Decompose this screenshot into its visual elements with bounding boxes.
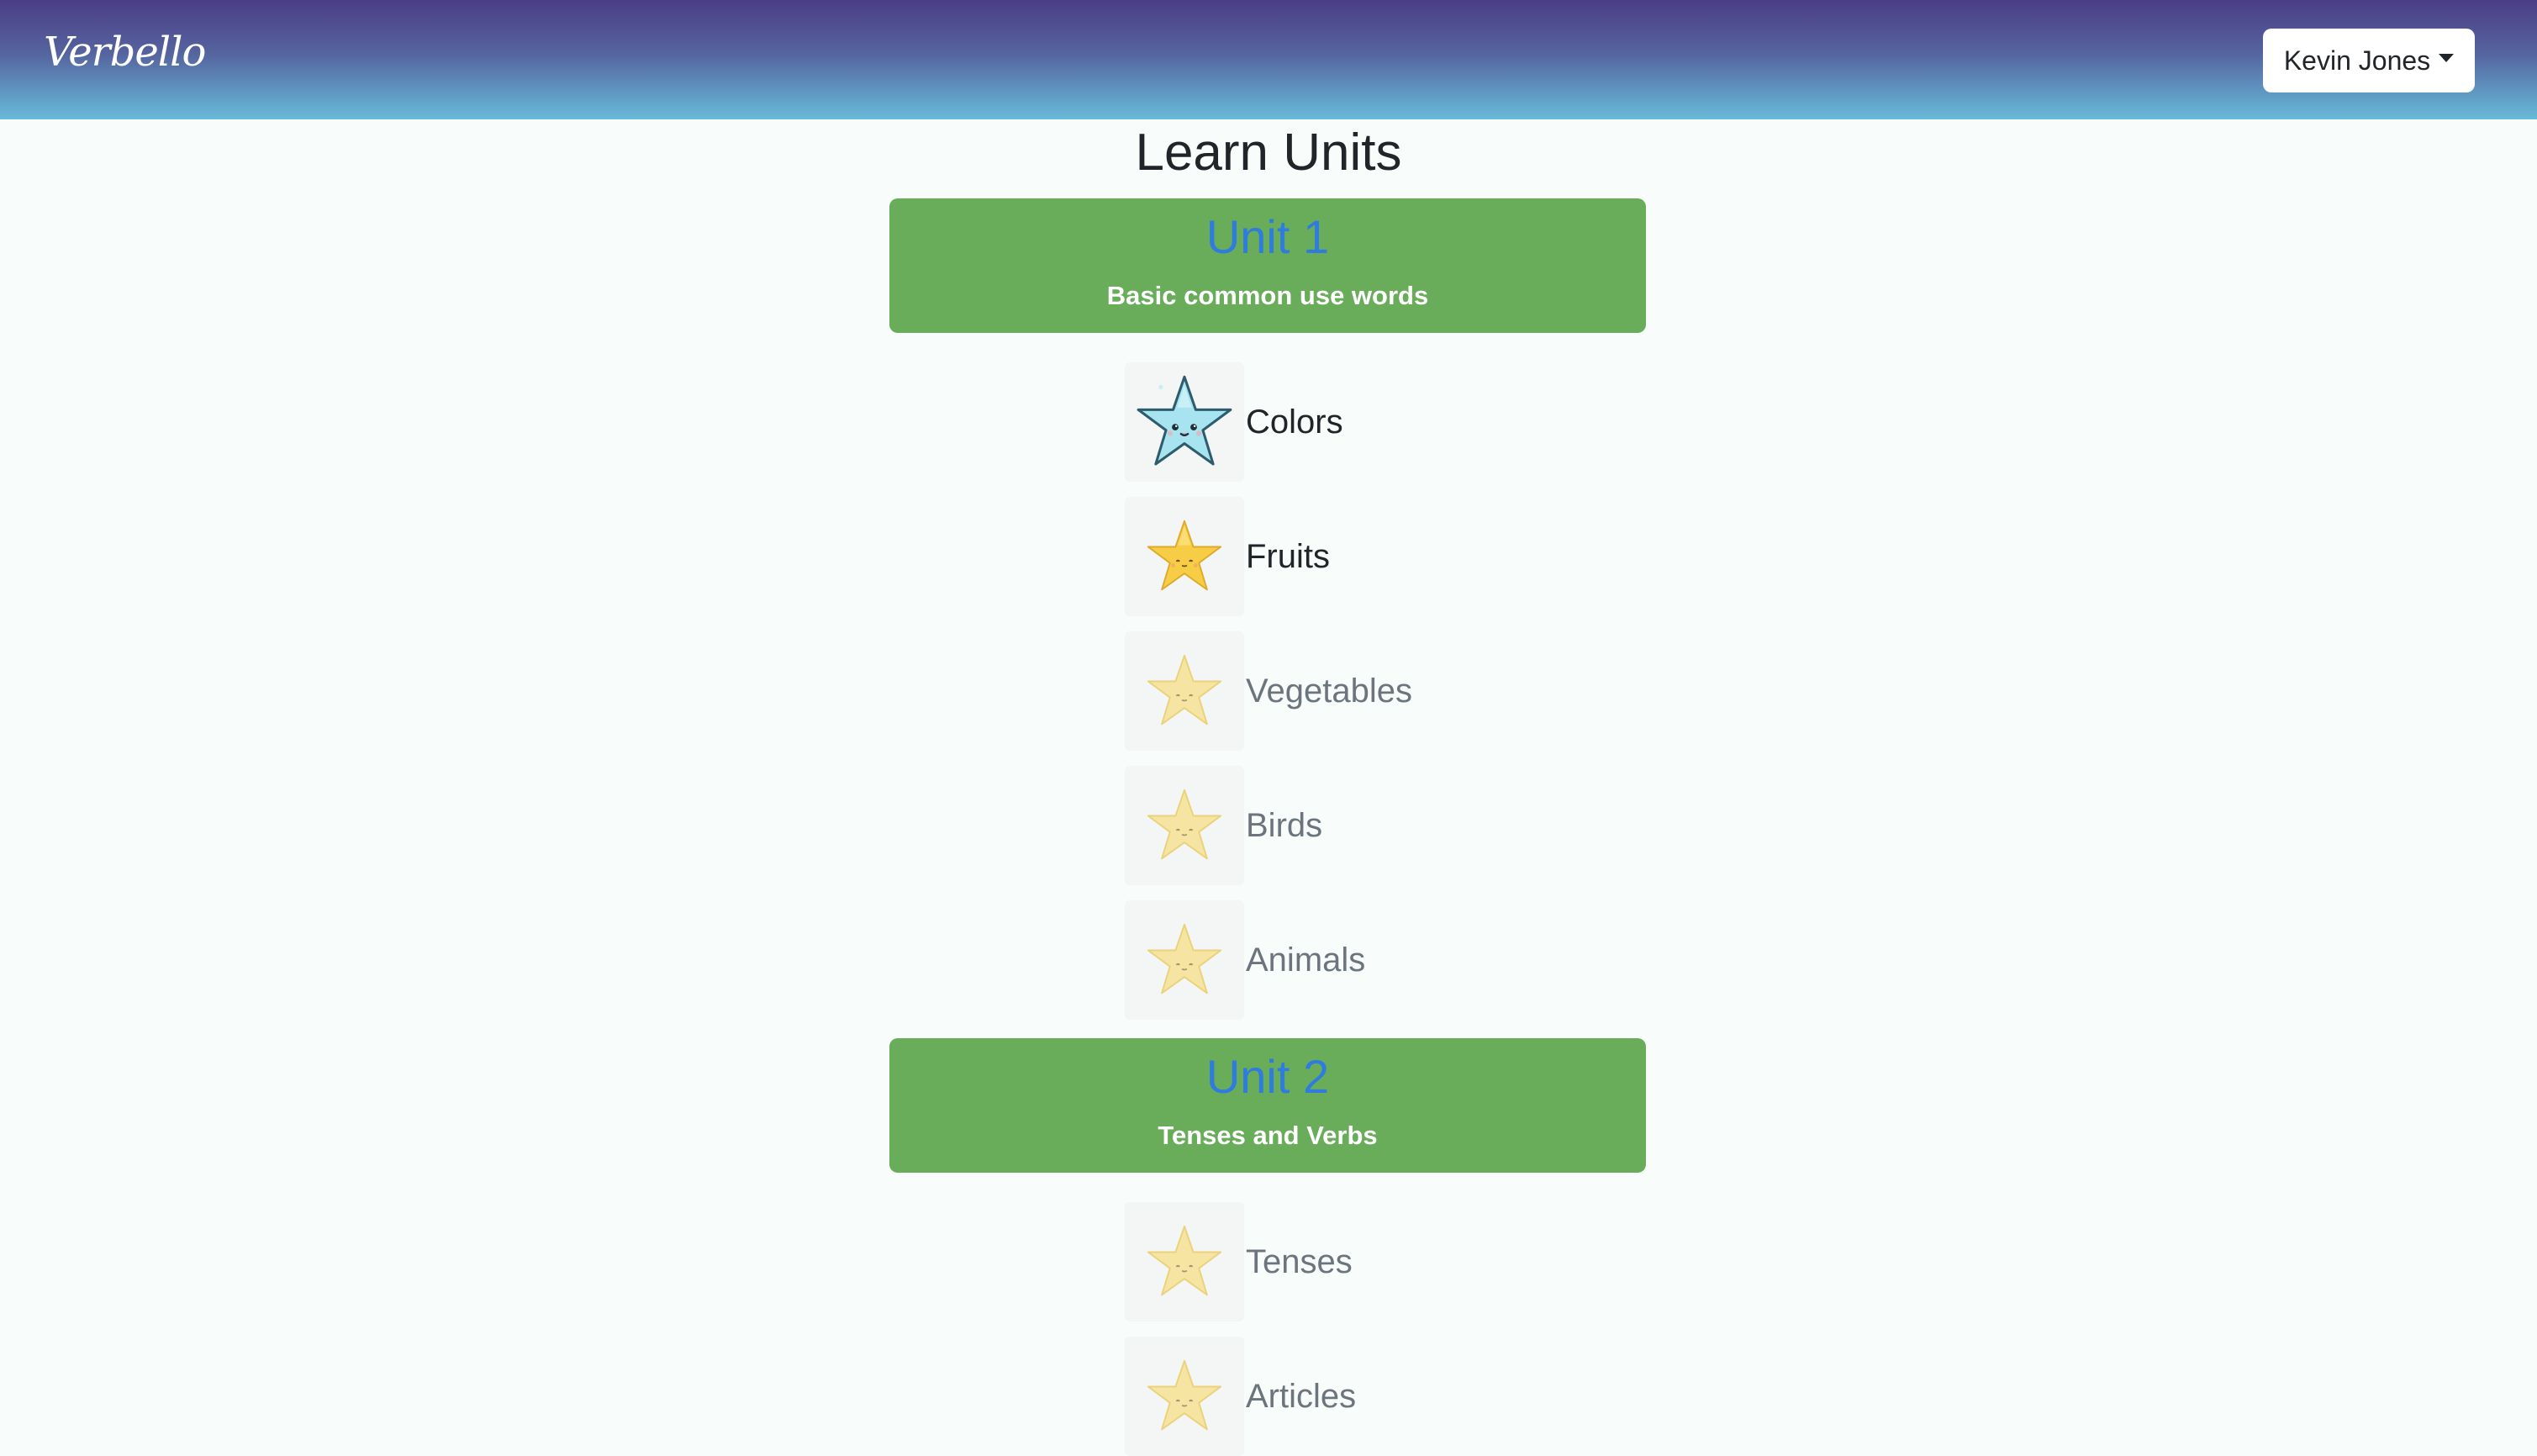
lesson-label: Tenses bbox=[1246, 1242, 1353, 1280]
page-title: Learn Units bbox=[1135, 124, 1402, 182]
blue-star-face-icon bbox=[1125, 362, 1244, 482]
lesson-fruits[interactable]: Fruits bbox=[1125, 497, 1330, 616]
lesson-tenses[interactable]: Tenses bbox=[1125, 1202, 1353, 1321]
unit-description: Basic common use words bbox=[1106, 281, 1429, 310]
top-navbar: Verbello Kevin Jones bbox=[0, 0, 2537, 119]
caret-down-icon bbox=[2439, 54, 2455, 62]
unit-card-2[interactable]: Unit 2 Tenses and Verbs bbox=[889, 1038, 1646, 1173]
pale-star-face-icon bbox=[1125, 631, 1244, 751]
pale-star-face-icon bbox=[1125, 1337, 1244, 1456]
unit-description: Tenses and Verbs bbox=[1158, 1121, 1378, 1150]
brand-logo[interactable]: Verbello bbox=[44, 29, 206, 76]
lesson-label: Birds bbox=[1246, 806, 1323, 844]
user-menu-button[interactable]: Kevin Jones bbox=[2263, 29, 2475, 92]
unit-title[interactable]: Unit 1 bbox=[889, 210, 1646, 264]
user-name-label: Kevin Jones bbox=[2283, 45, 2431, 76]
lesson-label: Colors bbox=[1246, 403, 1343, 440]
lesson-label: Articles bbox=[1246, 1377, 1357, 1415]
pale-star-face-icon bbox=[1125, 900, 1244, 1020]
pale-star-face-icon bbox=[1125, 1202, 1244, 1321]
lesson-animals[interactable]: Animals bbox=[1125, 900, 1365, 1020]
lesson-birds[interactable]: Birds bbox=[1125, 766, 1322, 885]
pale-star-face-icon bbox=[1125, 766, 1244, 885]
lesson-colors[interactable]: Colors bbox=[1125, 362, 1343, 482]
lesson-label: Fruits bbox=[1246, 537, 1330, 575]
lesson-label: Vegetables bbox=[1246, 672, 1412, 710]
lesson-articles[interactable]: Articles bbox=[1125, 1337, 1356, 1456]
unit-title[interactable]: Unit 2 bbox=[889, 1050, 1646, 1104]
lesson-vegetables[interactable]: Vegetables bbox=[1125, 631, 1412, 751]
lesson-label: Animals bbox=[1246, 941, 1366, 979]
gold-star-face-icon bbox=[1125, 497, 1244, 616]
unit-card-1[interactable]: Unit 1 Basic common use words bbox=[889, 198, 1646, 333]
